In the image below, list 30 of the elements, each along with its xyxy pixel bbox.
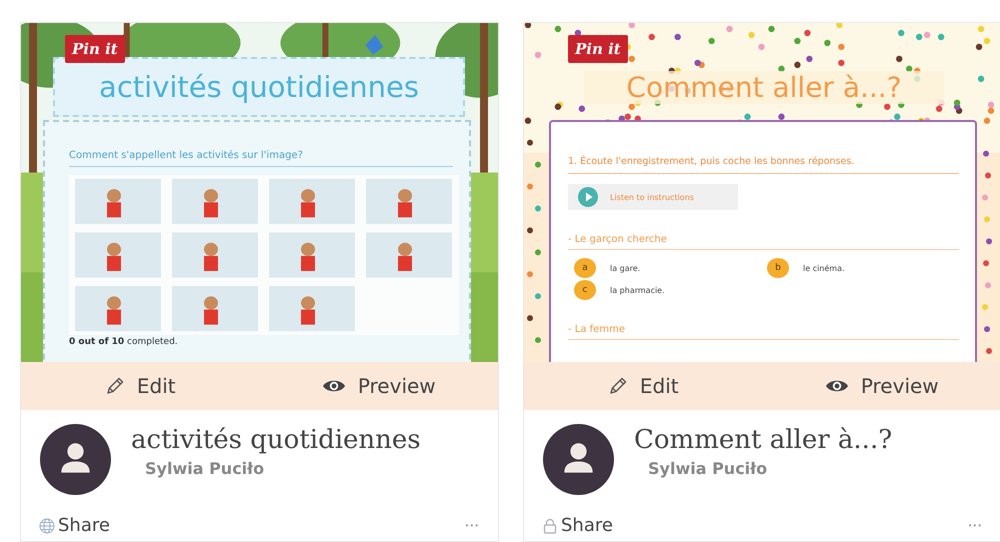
progress-text: 0 out of 10 completed.	[69, 337, 179, 347]
avatar-icon	[543, 424, 614, 495]
pencil-icon	[104, 376, 125, 396]
option-letter[interactable]: a	[574, 258, 596, 278]
pin-it-button[interactable]: Pin it	[65, 35, 125, 63]
card-title[interactable]: activités quotidiennes	[131, 425, 421, 455]
section-heading: - La femme	[568, 324, 959, 340]
section-heading: - Le garçon cherche	[568, 234, 959, 250]
author-name[interactable]: Sylwia Puciło	[634, 459, 892, 478]
option-text: le cinéma.	[803, 264, 845, 272]
share-button[interactable]: Share	[542, 515, 613, 536]
eye-icon	[824, 378, 849, 394]
card-title[interactable]: Comment aller à...?	[634, 425, 892, 455]
option-letter[interactable]: c	[574, 280, 596, 300]
eye-icon	[322, 378, 346, 394]
share-button[interactable]: Share	[39, 515, 110, 536]
avatar-icon	[40, 424, 111, 495]
option-text: la pharmacie.	[610, 286, 665, 294]
quiz-title: activités quotidiennes	[53, 57, 465, 117]
question-text: 1. Écoute l'enregistrement, puis coche les bonnes réponses.	[568, 156, 959, 174]
lock-icon	[542, 518, 558, 534]
option-letter[interactable]: b	[767, 258, 789, 278]
globe-icon	[39, 518, 55, 534]
pin-it-button[interactable]: Pin it	[568, 35, 628, 63]
pencil-icon	[608, 376, 628, 396]
question-text: Comment s'appellent les activités sur l'image?	[69, 150, 453, 167]
quiz-title: Comment aller à...?	[584, 71, 944, 104]
option-text: la gare.	[610, 264, 640, 272]
play-icon	[578, 187, 598, 207]
author-name[interactable]: Sylwia Puciło	[131, 459, 421, 478]
